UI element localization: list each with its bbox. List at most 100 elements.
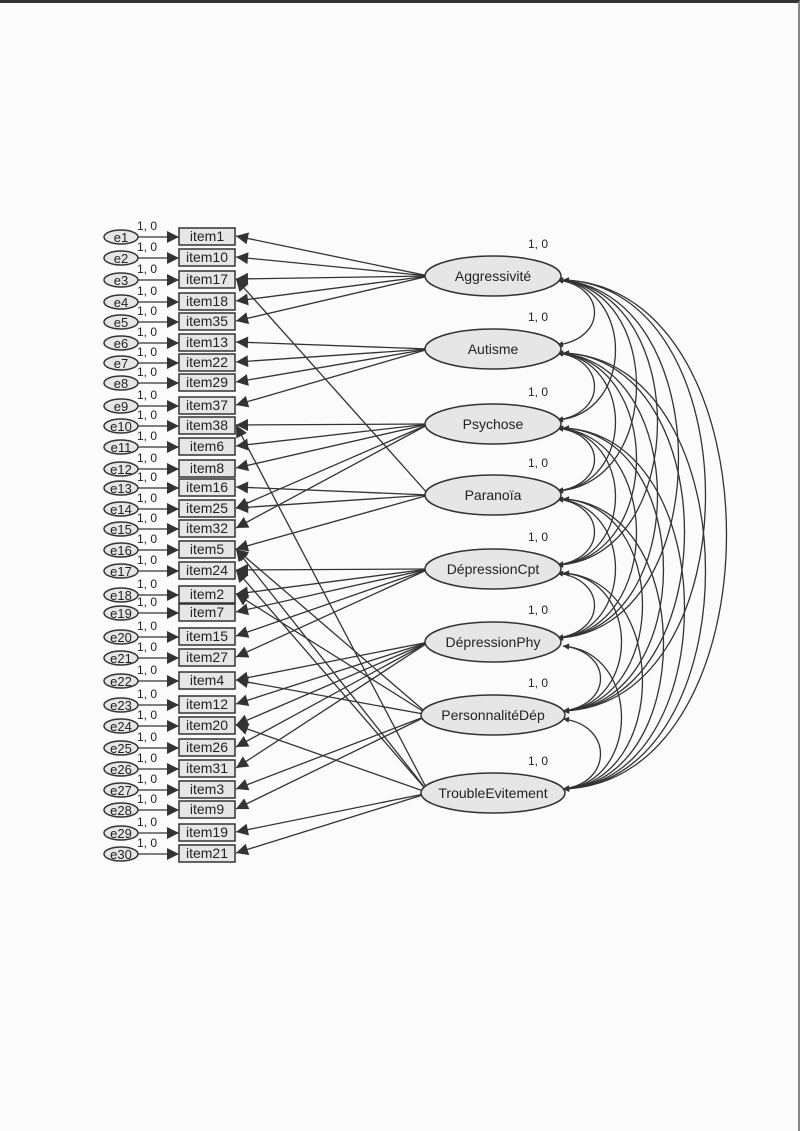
loading-path-arrow	[235, 424, 430, 794]
loading-path-arrow	[235, 348, 430, 368]
item-label: item35	[186, 313, 228, 329]
factor-variance-label: 1, 0	[528, 310, 548, 324]
covariance-arc	[556, 425, 595, 494]
item-label: item1	[190, 228, 224, 244]
error-path-weight: 1, 0	[137, 595, 157, 609]
covariance-arc	[556, 350, 616, 494]
error-label: e30	[110, 847, 132, 862]
error-path-weight: 1, 0	[137, 730, 157, 744]
loading-path-arrow	[235, 568, 430, 658]
covariance-arc	[562, 350, 706, 792]
loading-path-arrow	[235, 548, 430, 716]
error-label: e20	[110, 630, 132, 645]
item-label: item4	[190, 672, 224, 688]
loading-path-arrow	[235, 418, 430, 431]
factor-variance-label: 1, 0	[528, 676, 548, 690]
item-label: item6	[190, 438, 224, 454]
error-label: e9	[114, 399, 128, 414]
loading-path-arrow	[235, 252, 430, 277]
covariance-arc	[556, 277, 616, 423]
error-label: e27	[110, 783, 132, 798]
item-label: item19	[186, 824, 228, 840]
error-label: e2	[114, 251, 128, 266]
loading-path-arrow	[235, 714, 430, 810]
error-path-weight: 1, 0	[137, 262, 157, 276]
item-label: item24	[186, 562, 228, 578]
error-path-weight: 1, 0	[137, 792, 157, 806]
item-label: item13	[186, 334, 228, 350]
item-label: item9	[190, 801, 224, 817]
item-label: item16	[186, 479, 228, 495]
latent-factor-label: TroubleEvitement	[438, 785, 547, 801]
loading-path-arrow	[235, 336, 430, 350]
error-label: e6	[114, 336, 128, 351]
error-path-weight: 1, 0	[137, 687, 157, 701]
item-label: item18	[186, 293, 228, 309]
error-label: e13	[110, 481, 132, 496]
loading-path-arrow	[235, 563, 430, 576]
loading-path-arrow	[235, 494, 430, 552]
covariance-arc	[562, 643, 622, 792]
error-path-weight: 1, 0	[137, 470, 157, 484]
error-path-weight: 1, 0	[137, 553, 157, 567]
factor-variance-label: 1, 0	[528, 456, 548, 470]
error-path-weight: 1, 0	[137, 751, 157, 765]
error-path-weight: 1, 0	[137, 663, 157, 677]
error-path-weight: 1, 0	[137, 451, 157, 465]
error-label: e5	[114, 315, 128, 330]
item-label: item5	[190, 541, 224, 557]
error-label: e3	[114, 273, 128, 288]
error-label: e11	[111, 440, 132, 455]
loading-path-arrow	[235, 714, 430, 791]
error-path-weight: 1, 0	[137, 577, 157, 591]
covariance-arc	[562, 496, 643, 714]
error-path-weight: 1, 0	[137, 511, 157, 525]
error-path-weight: 1, 0	[137, 408, 157, 422]
error-label: e21	[110, 651, 132, 666]
covariance-arc	[556, 277, 595, 348]
item-label: item15	[186, 628, 228, 644]
item-label: item10	[186, 249, 228, 265]
item-label: item38	[186, 417, 228, 433]
covariance-arc	[556, 570, 595, 641]
error-label: e12	[110, 462, 132, 477]
item-label: item20	[186, 717, 228, 733]
error-path-weight: 1, 0	[137, 836, 157, 850]
error-label: e16	[110, 543, 132, 558]
error-label: e15	[110, 522, 132, 537]
item-label: item12	[186, 696, 228, 712]
loading-path-arrow	[235, 494, 430, 514]
loading-path-arrow	[235, 792, 430, 856]
error-path-weight: 1, 0	[137, 429, 157, 443]
covariance-arc	[556, 277, 659, 568]
item-label: item31	[186, 760, 228, 776]
error-label: e25	[110, 741, 132, 756]
loading-path-arrow	[235, 423, 430, 472]
error-label: e19	[110, 606, 132, 621]
factor-variance-label: 1, 0	[528, 530, 548, 544]
error-path-weight: 1, 0	[137, 772, 157, 786]
error-path-weight: 1, 0	[137, 708, 157, 722]
loading-path-arrow	[235, 232, 430, 277]
loading-path-arrow	[235, 423, 430, 529]
error-label: e29	[110, 826, 132, 841]
error-label: e28	[110, 803, 132, 818]
item-label: item3	[190, 781, 224, 797]
item-label: item21	[186, 845, 228, 861]
covariance-arc	[562, 643, 601, 714]
error-path-weight: 1, 0	[137, 388, 157, 402]
error-path-weight: 1, 0	[137, 325, 157, 339]
error-path-weight: 1, 0	[137, 219, 157, 233]
item-label: item8	[190, 460, 224, 476]
error-label: e22	[110, 674, 132, 689]
item-label: item2	[190, 586, 224, 602]
loading-path-arrow	[235, 792, 430, 836]
item-label: item37	[186, 397, 228, 413]
factor-variance-label: 1, 0	[528, 603, 548, 617]
latent-factor-label: Autisme	[468, 341, 519, 357]
error-path-weight: 1, 0	[137, 365, 157, 379]
covariance-arc	[556, 277, 637, 494]
error-label: e23	[110, 698, 132, 713]
item-label: item29	[186, 374, 228, 390]
error-label: e26	[110, 762, 132, 777]
